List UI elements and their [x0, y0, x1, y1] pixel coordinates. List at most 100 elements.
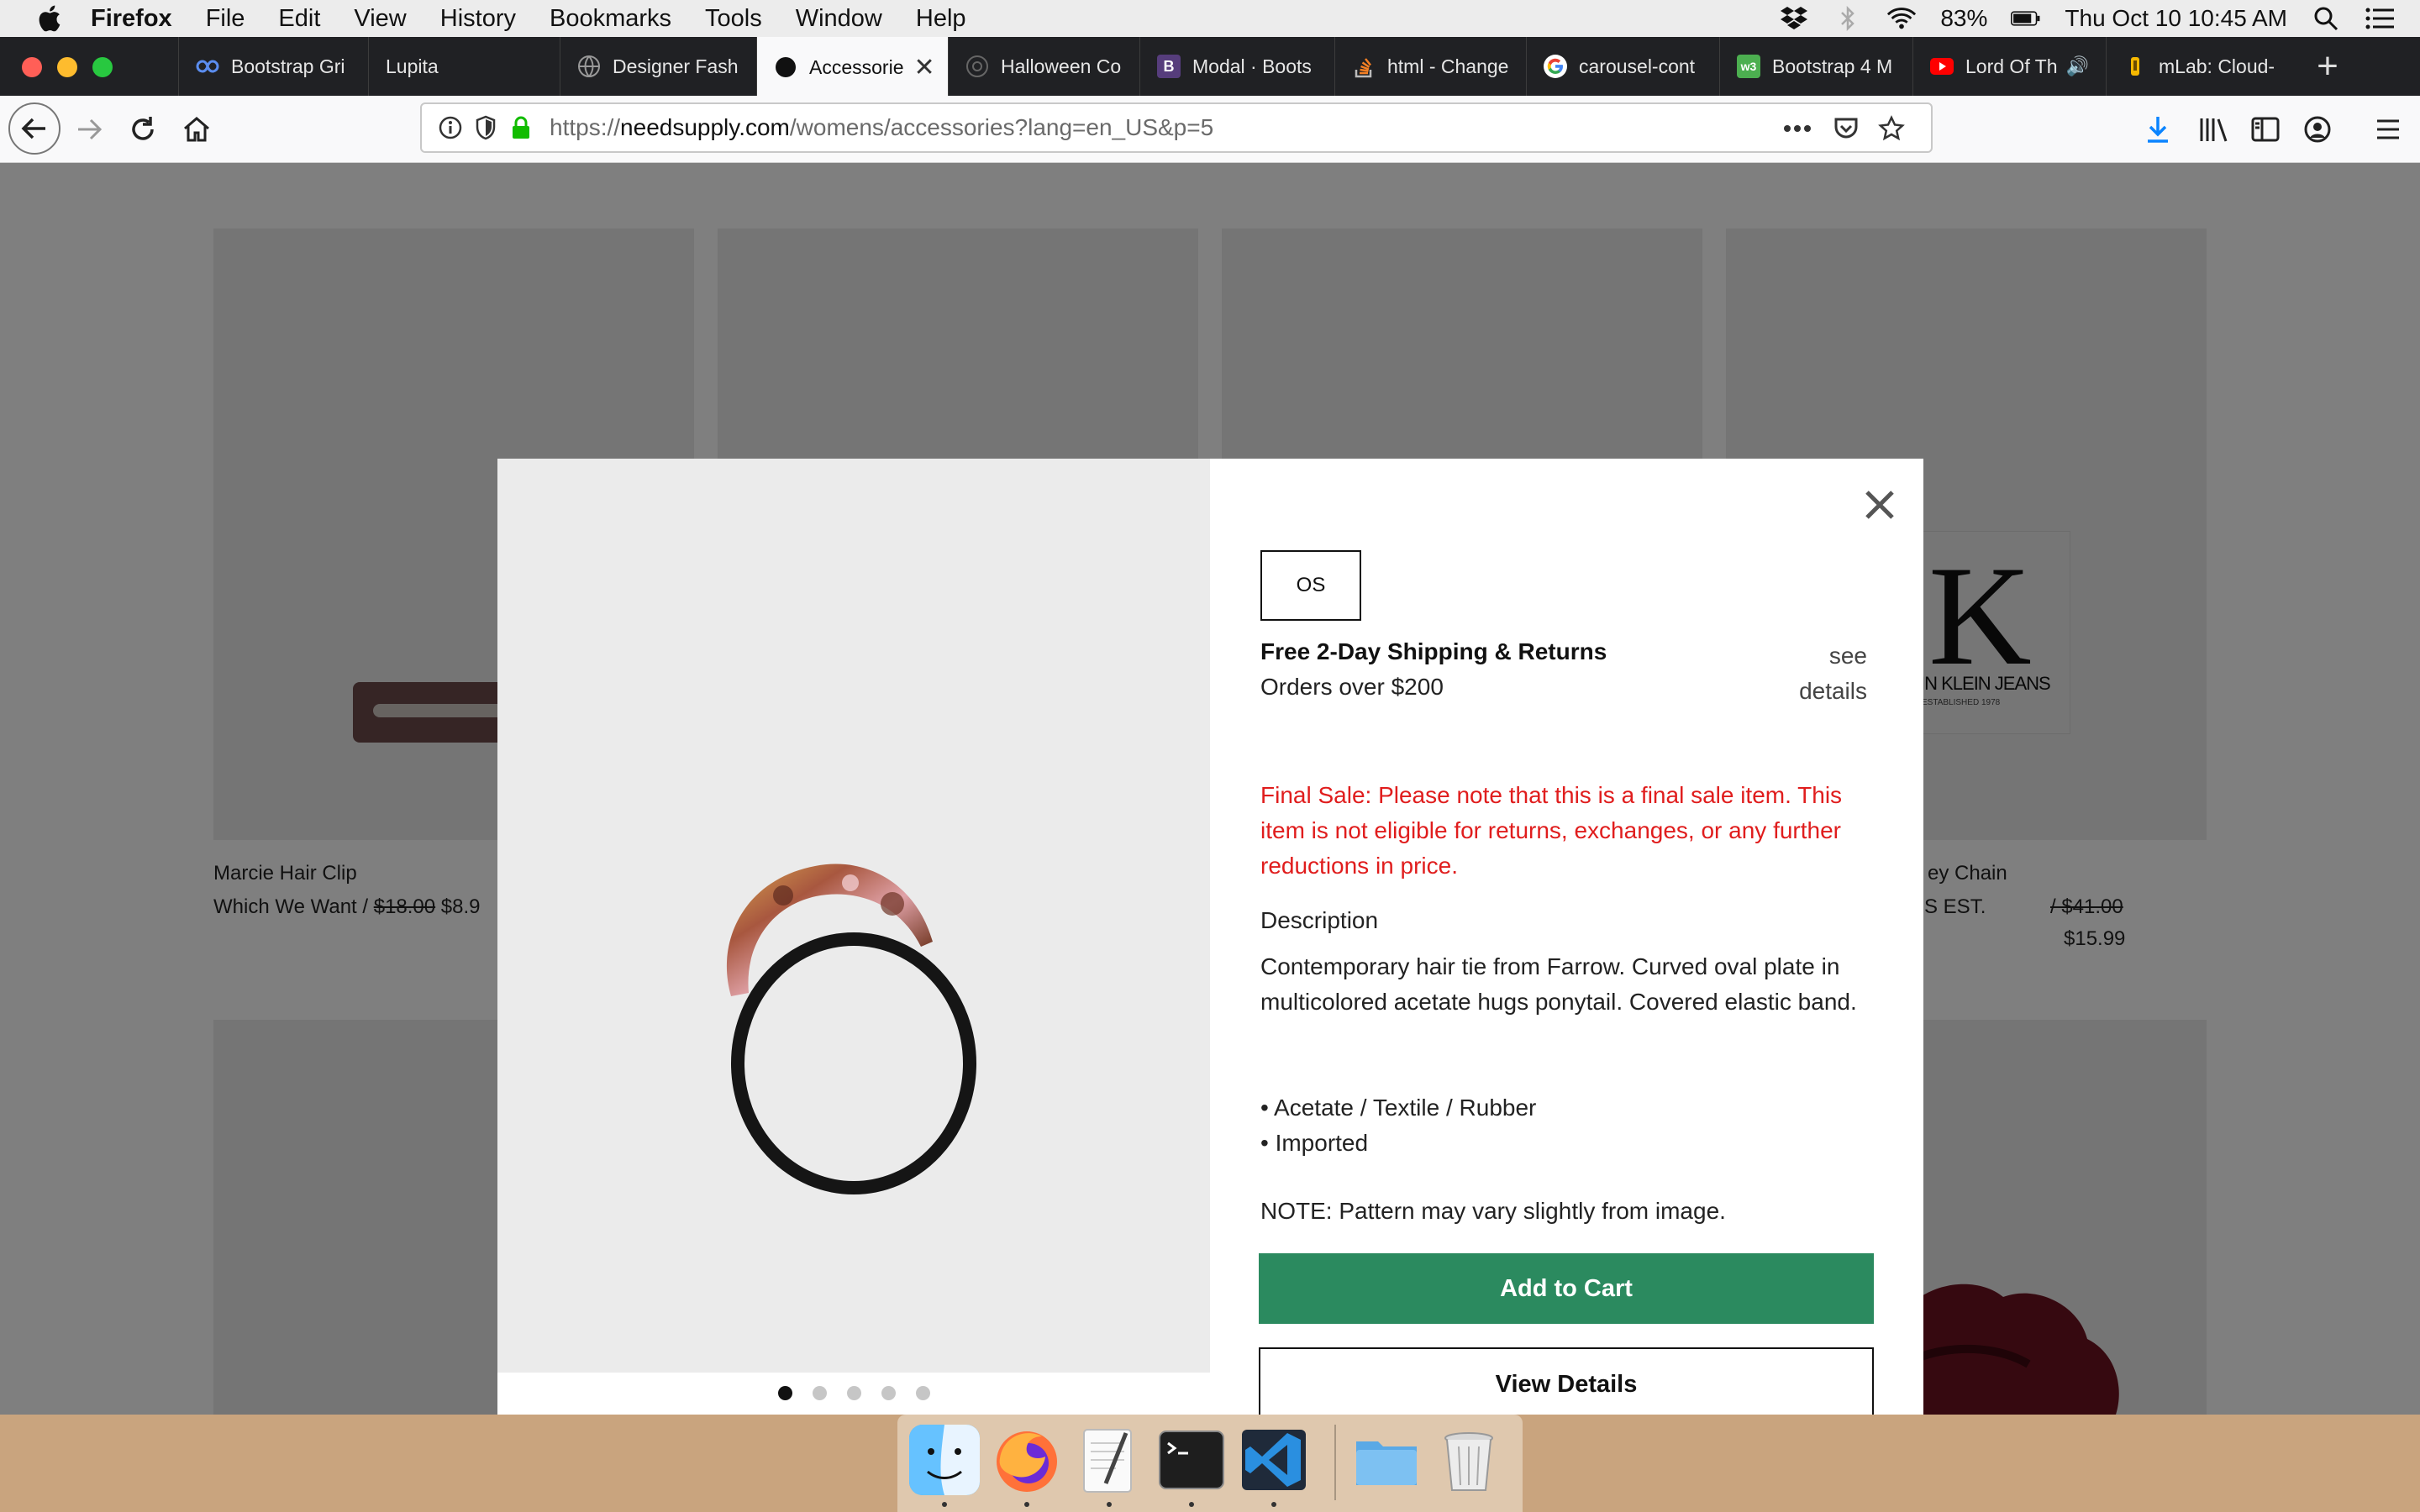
battery-icon[interactable]	[2011, 5, 2041, 32]
hamburger-menu-icon[interactable]	[2371, 113, 2405, 146]
page-actions-icon[interactable]	[1783, 114, 1812, 143]
tab-halloween[interactable]: Halloween Co	[948, 37, 1139, 96]
pattern-note: NOTE: Pattern may vary slightly from ima…	[1260, 1198, 1726, 1224]
bootstrap-grid-icon	[196, 55, 219, 78]
url-text[interactable]: https://needsupply.com/womens/accessorie…	[550, 114, 1213, 141]
tab-label: Lupita	[386, 55, 439, 77]
carousel-dot[interactable]	[847, 1386, 861, 1400]
carousel-dot[interactable]	[778, 1386, 792, 1400]
account-icon[interactable]	[2301, 113, 2334, 146]
carousel-dot[interactable]	[916, 1386, 930, 1400]
menu-tools[interactable]: Tools	[705, 5, 762, 33]
carousel-dot[interactable]	[881, 1386, 896, 1400]
menu-help[interactable]: Help	[916, 5, 966, 33]
zoom-window-button[interactable]	[92, 57, 113, 77]
tab-lord-of-the[interactable]: Lord Of Th 🔊	[1912, 37, 2106, 96]
final-sale-notice: Final Sale: Please note that this is a f…	[1260, 782, 1843, 879]
new-tab-button[interactable]: +	[2307, 45, 2349, 87]
tab-bootstrap-4-modal[interactable]: w3 Bootstrap 4 M	[1719, 37, 1912, 96]
secure-lock-icon[interactable]	[508, 114, 534, 141]
mlab-icon	[2123, 55, 2147, 78]
window-controls	[22, 57, 113, 77]
apple-menu-icon[interactable]	[34, 2, 64, 35]
pocket-icon[interactable]	[1832, 114, 1860, 143]
spotlight-search-icon[interactable]	[2311, 5, 2341, 32]
tab-label: Accessorie	[809, 55, 904, 78]
bookmark-star-icon[interactable]	[1877, 114, 1906, 143]
finder-icon[interactable]	[909, 1425, 980, 1495]
product-carousel-image[interactable]	[497, 459, 1210, 1373]
dropbox-icon[interactable]	[1779, 5, 1809, 32]
close-modal-button[interactable]	[1859, 484, 1901, 526]
menu-view[interactable]: View	[354, 5, 406, 33]
notification-center-icon[interactable]	[2365, 5, 2395, 32]
menubar-clock[interactable]: Thu Oct 10 10:45 AM	[2065, 5, 2287, 32]
running-indicator	[1271, 1502, 1276, 1507]
hair-tie-image	[726, 864, 976, 1194]
menu-history[interactable]: History	[440, 5, 516, 33]
tab-bootstrap-grid[interactable]: Bootstrap Gri	[178, 37, 368, 96]
forward-button[interactable]	[66, 106, 113, 153]
library-icon[interactable]	[2196, 113, 2230, 146]
tab-html-change[interactable]: html - Change	[1334, 37, 1526, 96]
url-host: needsupply.com	[620, 114, 790, 140]
tab-label: Halloween Co	[1001, 55, 1122, 77]
carousel-dot[interactable]	[813, 1386, 827, 1400]
running-indicator	[1107, 1502, 1112, 1507]
tab-designer-fashion[interactable]: Designer Fash	[560, 37, 756, 96]
quick-view-modal: OS Free 2-Day Shipping & Returns Orders …	[497, 459, 1923, 1415]
tab-label: mLab: Cloud-	[2159, 55, 2275, 77]
tab-label: Lord Of Th	[1965, 55, 2058, 77]
see-details-link[interactable]: see details	[1775, 638, 1867, 709]
running-indicator	[942, 1502, 947, 1507]
close-icon	[1865, 491, 1894, 519]
trash-icon[interactable]	[1434, 1425, 1504, 1495]
menu-file[interactable]: File	[206, 5, 245, 33]
tab-accessories[interactable]: Accessorie ✕	[756, 37, 948, 97]
battery-percent: 83%	[1940, 5, 1988, 31]
feature-item: • Acetate / Textile / Rubber	[1260, 1095, 1537, 1121]
minimize-window-button[interactable]	[57, 57, 77, 77]
url-path: /womens/accessories?lang=en_US&p=5	[789, 114, 1214, 140]
size-option-button[interactable]: OS	[1260, 550, 1361, 621]
tracking-shield-icon[interactable]	[472, 114, 499, 141]
downloads-icon[interactable]	[2141, 113, 2175, 146]
tab-mlab-cloud[interactable]: mLab: Cloud-	[2106, 37, 2297, 96]
bootstrap-icon: B	[1157, 55, 1181, 78]
google-icon	[1544, 55, 1567, 78]
menu-bookmarks[interactable]: Bookmarks	[550, 5, 671, 33]
menu-app-name[interactable]: Firefox	[91, 5, 172, 33]
close-tab-icon[interactable]: ✕	[913, 53, 934, 82]
wifi-icon[interactable]	[1886, 5, 1917, 32]
add-to-cart-button[interactable]: Add to Cart	[1259, 1253, 1874, 1324]
menu-edit[interactable]: Edit	[278, 5, 320, 33]
tab-lupita[interactable]: Lupita	[368, 37, 560, 96]
textedit-icon[interactable]	[1074, 1425, 1144, 1495]
home-button[interactable]	[173, 106, 220, 153]
terminal-icon[interactable]	[1156, 1425, 1227, 1495]
tab-label: Bootstrap 4 M	[1772, 55, 1893, 77]
site-info-icon[interactable]	[437, 114, 464, 141]
view-details-button[interactable]: View Details	[1259, 1347, 1874, 1415]
close-window-button[interactable]	[22, 57, 42, 77]
tab-carousel-content[interactable]: carousel-cont	[1526, 37, 1719, 96]
url-prefix: https://	[550, 114, 621, 140]
running-indicator	[1189, 1502, 1194, 1507]
tab-label: carousel-cont	[1579, 55, 1696, 77]
firefox-icon[interactable]	[992, 1425, 1062, 1495]
globe-icon	[965, 55, 989, 78]
tab-modal-bootstrap[interactable]: B Modal · Boots	[1139, 37, 1334, 96]
address-bar[interactable]: https://needsupply.com/womens/accessorie…	[420, 102, 1933, 153]
reload-button[interactable]	[119, 106, 166, 153]
menu-window[interactable]: Window	[796, 5, 882, 33]
folder-icon[interactable]	[1351, 1425, 1422, 1495]
shipping-subtitle: Orders over $200	[1260, 674, 1444, 700]
dock-divider	[1334, 1425, 1336, 1500]
running-indicator	[1024, 1502, 1029, 1507]
bluetooth-icon[interactable]	[1833, 5, 1863, 32]
sidebar-toggle-icon[interactable]	[2249, 113, 2282, 146]
tab-label: Bootstrap Gri	[231, 55, 345, 77]
speaker-icon[interactable]: 🔊	[2066, 55, 2089, 77]
back-button[interactable]	[8, 102, 60, 155]
vscode-icon[interactable]	[1239, 1425, 1309, 1495]
